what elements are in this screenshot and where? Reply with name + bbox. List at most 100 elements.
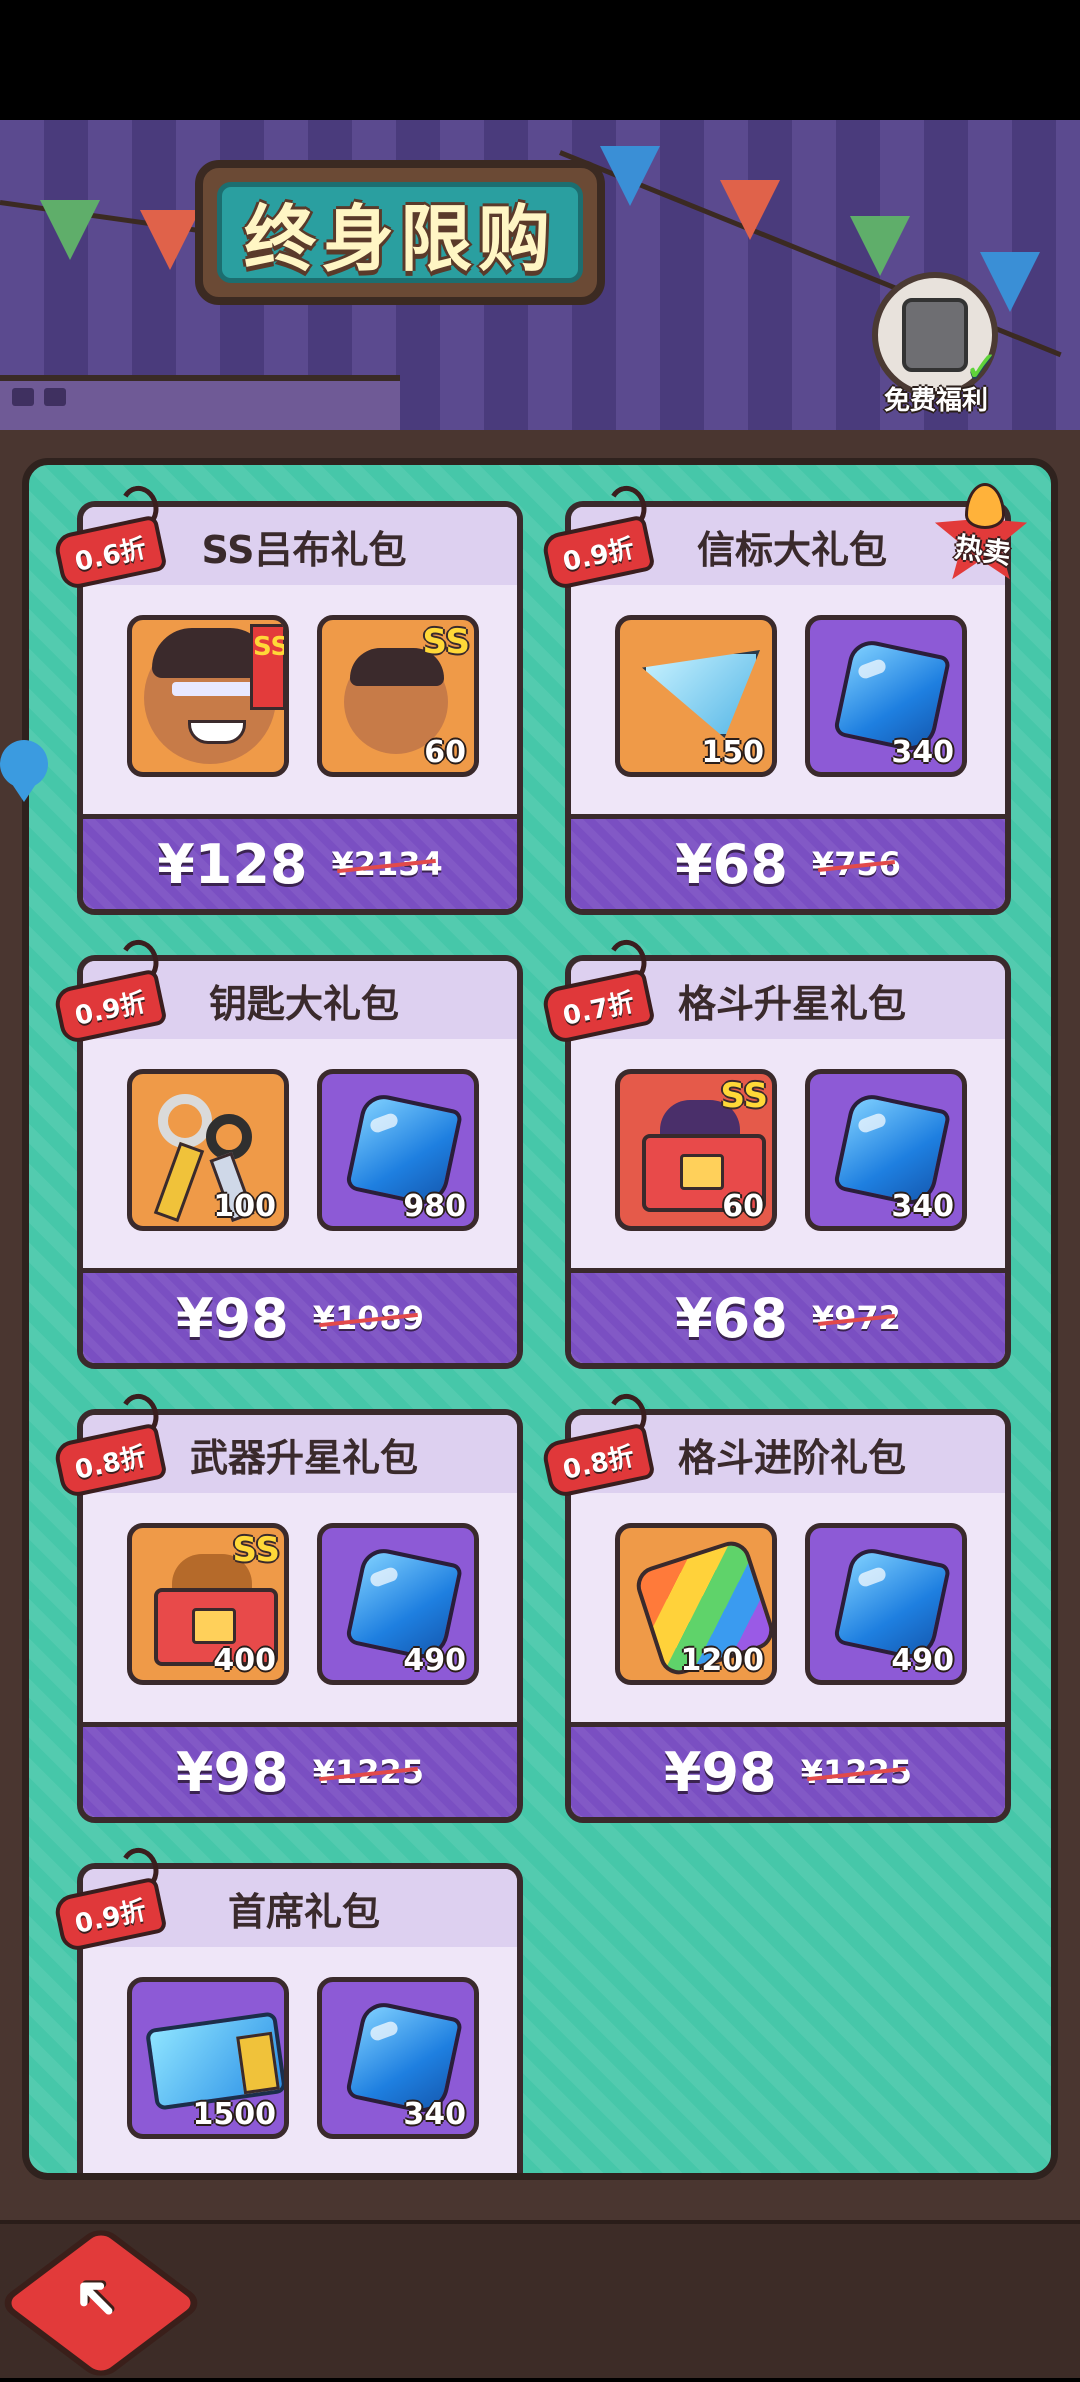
item-quantity: 1500 (192, 2097, 277, 2132)
discount-tag: 0.9折 (50, 936, 168, 1046)
discount-label: 0.7折 (560, 987, 637, 1032)
original-price: ¥1225 (312, 1753, 425, 1791)
free-welfare-button[interactable]: ✓ 免费福利 (866, 272, 1006, 422)
pack-item[interactable]: 1500 (127, 1977, 289, 2139)
bunting-flag (140, 210, 200, 270)
bunting-flag (40, 200, 100, 260)
discount-tag: 0.8折 (50, 1390, 168, 1500)
pack-name: SS吕布礼包 (201, 527, 407, 572)
title-plate: 终身限购 (195, 160, 605, 305)
discount-label: 0.9折 (560, 533, 637, 578)
pack-card[interactable]: 武器升星礼包 SS 400 490 ¥98 ¥1225 0.8折 (52, 1390, 523, 1823)
pack-price: ¥68 (675, 832, 788, 896)
original-price: ¥1089 (312, 1299, 425, 1337)
buy-button[interactable]: ¥98 ¥1225 (571, 1722, 1005, 1817)
item-quantity: 340 (891, 735, 954, 770)
pin-tail (8, 778, 40, 802)
discount-label: 0.9折 (72, 987, 149, 1032)
pack-name: 信标大礼包 (696, 527, 887, 572)
discount-tag: 0.7折 (538, 936, 656, 1046)
discount-tag: 0.8折 (538, 1390, 656, 1500)
pack-price: ¥98 (175, 1286, 289, 1350)
pack-card[interactable]: 格斗进阶礼包 1200 490 ¥98 ¥1225 0.8折 (540, 1390, 1011, 1823)
bunting-flag (850, 216, 910, 276)
pack-card[interactable]: 首席礼包 1500 340 0.9折 (52, 1844, 523, 2173)
free-welfare-label: 免费福利 (883, 386, 988, 416)
item-quantity: 1200 (680, 1643, 765, 1678)
original-price: ¥756 (811, 845, 901, 883)
pack-price: ¥128 (157, 832, 308, 896)
buy-button[interactable]: ¥128 ¥2134 (83, 814, 517, 909)
buy-button[interactable]: ¥68 ¥972 (571, 1268, 1005, 1363)
item-quantity: 60 (722, 1189, 764, 1224)
original-price: ¥2134 (331, 845, 443, 883)
beacon-icon (642, 650, 760, 738)
ss-rank-badge: SS (422, 622, 470, 662)
ledge-light (44, 388, 66, 406)
ss-rank-badge: SS (720, 1076, 768, 1116)
pack-name: 钥匙大礼包 (208, 981, 399, 1026)
pack-item[interactable]: SS 60 (615, 1069, 777, 1231)
original-price: ¥972 (811, 1299, 901, 1337)
keys-icon (158, 1094, 212, 1148)
discount-label: 0.6折 (72, 533, 149, 578)
pack-item[interactable]: 150 (615, 615, 777, 777)
chest-lock (192, 1608, 236, 1644)
pack-item[interactable]: SS 60 (317, 615, 479, 777)
location-pin-icon[interactable] (0, 740, 52, 810)
item-quantity: 490 (891, 1643, 954, 1678)
item-quantity: 340 (403, 2097, 466, 2132)
flame-icon (965, 483, 1005, 529)
pack-price: ¥98 (175, 1740, 289, 1804)
pack-item[interactable]: 1200 (615, 1523, 777, 1685)
key-blade (153, 1141, 205, 1223)
pack-card[interactable]: 钥匙大礼包 100 980 ¥98 ¥1089 0.9折 (52, 936, 523, 1369)
title-inner: 终身限购 (217, 182, 583, 283)
ss-rank-badge: SS (232, 1530, 280, 1570)
discount-label: 0.8折 (560, 1441, 637, 1486)
chest-lock (680, 1154, 724, 1190)
status-bar (0, 0, 1080, 120)
item-quantity: 400 (213, 1643, 276, 1678)
buy-button[interactable]: ¥98 ¥1225 (83, 1722, 517, 1817)
pack-item[interactable]: 980 (317, 1069, 479, 1231)
pack-item[interactable]: 340 (805, 1069, 967, 1231)
pack-card[interactable]: 信标大礼包 150 340 ¥68 ¥756 0.9折 热卖 (540, 482, 1028, 915)
hero-grin (188, 720, 246, 744)
pack-name: 武器升星礼包 (189, 1435, 418, 1480)
original-price: ¥1225 (800, 1753, 913, 1791)
pack-price: ¥68 (675, 1286, 788, 1350)
backpack-icon (902, 298, 968, 372)
pack-card[interactable]: 格斗升星礼包 SS 60 340 ¥68 ¥972 0.7折 (540, 936, 1011, 1369)
packs-panel[interactable]: SS吕布礼包 SS SS 60 ¥128 ¥2134 0.6折 信标大礼包 15… (22, 458, 1058, 2180)
pack-name: 首席礼包 (227, 1889, 380, 1934)
bunting-flag (600, 146, 660, 206)
item-quantity: 60 (424, 735, 466, 770)
pack-item[interactable]: 340 (805, 615, 967, 777)
discount-label: 0.9折 (72, 1895, 149, 1940)
pack-item[interactable]: 490 (317, 1523, 479, 1685)
back-button[interactable]: ➜ (0, 2223, 206, 2382)
pack-item[interactable]: SS 400 (127, 1523, 289, 1685)
discount-tag: 0.9折 (538, 482, 656, 592)
discount-tag: 0.9折 (50, 1844, 168, 1954)
pack-item[interactable]: SS (127, 615, 289, 777)
page-title: 终身限购 (243, 197, 556, 281)
discount-tag: 0.6折 (50, 482, 168, 592)
item-quantity: 980 (403, 1189, 466, 1224)
pack-item[interactable]: 490 (805, 1523, 967, 1685)
buy-button[interactable]: ¥98 ¥1089 (83, 1268, 517, 1363)
buy-button[interactable]: ¥68 ¥756 (571, 814, 1005, 909)
item-quantity: 150 (701, 735, 764, 770)
discount-label: 0.8折 (72, 1441, 149, 1486)
item-quantity: 490 (403, 1643, 466, 1678)
pack-name: 格斗升星礼包 (677, 981, 906, 1026)
pack-card[interactable]: SS吕布礼包 SS SS 60 ¥128 ¥2134 0.6折 (52, 482, 523, 915)
pack-name: 格斗进阶礼包 (677, 1435, 906, 1480)
pack-price: ¥98 (663, 1740, 777, 1804)
hot-sale-badge: 热卖 (933, 483, 1029, 585)
ledge-light (12, 388, 34, 406)
pack-item[interactable]: 100 (127, 1069, 289, 1231)
ss-rank-badge: SS (250, 624, 284, 710)
pack-item[interactable]: 340 (317, 1977, 479, 2139)
